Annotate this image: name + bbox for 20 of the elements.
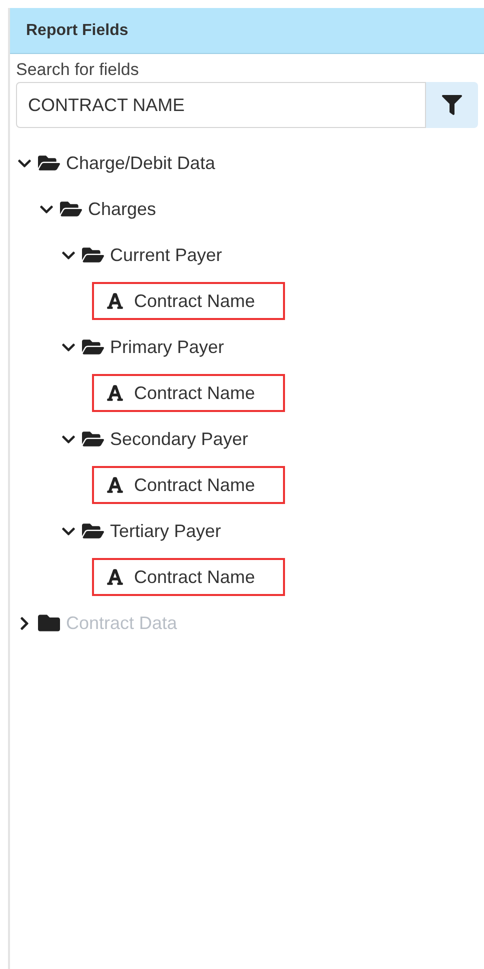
panel-title: Report Fields: [26, 20, 128, 40]
field-item[interactable]: Contract Name: [92, 466, 285, 504]
filter-icon: [442, 95, 462, 115]
text-field-icon: [106, 476, 124, 494]
folder-icon: [38, 612, 60, 634]
folder-label[interactable]: Primary Payer: [110, 334, 224, 360]
folder-label[interactable]: Charges: [88, 196, 156, 222]
text-field-icon: [106, 292, 124, 310]
folder-label[interactable]: Current Payer: [110, 242, 222, 268]
text-field-icon: [106, 384, 124, 402]
search-field[interactable]: CONTRACT NAME: [16, 82, 426, 128]
field-item[interactable]: Contract Name: [92, 282, 285, 320]
filter-button[interactable]: [426, 82, 478, 128]
folder-label[interactable]: Charge/Debit Data: [66, 150, 216, 176]
text-field-icon: [106, 568, 124, 586]
field-item[interactable]: Contract Name: [92, 558, 285, 596]
field-item[interactable]: Contract Name: [92, 374, 285, 412]
folder-label[interactable]: Tertiary Payer: [110, 518, 222, 544]
search-label: Search for fields: [16, 59, 140, 81]
folder-label[interactable]: Secondary Payer: [110, 426, 248, 452]
